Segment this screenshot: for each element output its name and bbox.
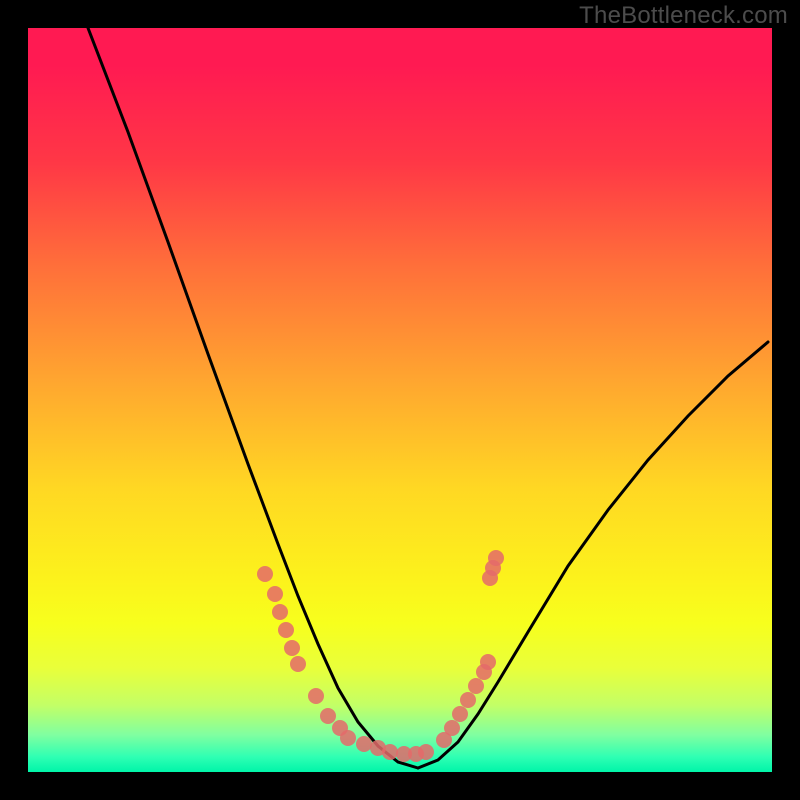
curve-group [88,28,768,768]
data-marker [382,744,398,760]
data-marker [267,586,283,602]
data-marker [278,622,294,638]
data-marker [488,550,504,566]
data-marker [452,706,468,722]
data-marker [356,736,372,752]
data-marker [257,566,273,582]
data-marker [320,708,336,724]
curve-layer [28,28,772,772]
data-marker [272,604,288,620]
data-marker [308,688,324,704]
data-marker [290,656,306,672]
curve-left [88,28,418,768]
chart-stage: TheBottleneck.com [0,0,800,800]
data-marker [460,692,476,708]
data-marker [480,654,496,670]
data-marker [418,744,434,760]
plot-area [28,28,772,772]
data-marker [340,730,356,746]
watermark-text: TheBottleneck.com [579,2,788,30]
data-marker [284,640,300,656]
data-marker [468,678,484,694]
data-marker [444,720,460,736]
